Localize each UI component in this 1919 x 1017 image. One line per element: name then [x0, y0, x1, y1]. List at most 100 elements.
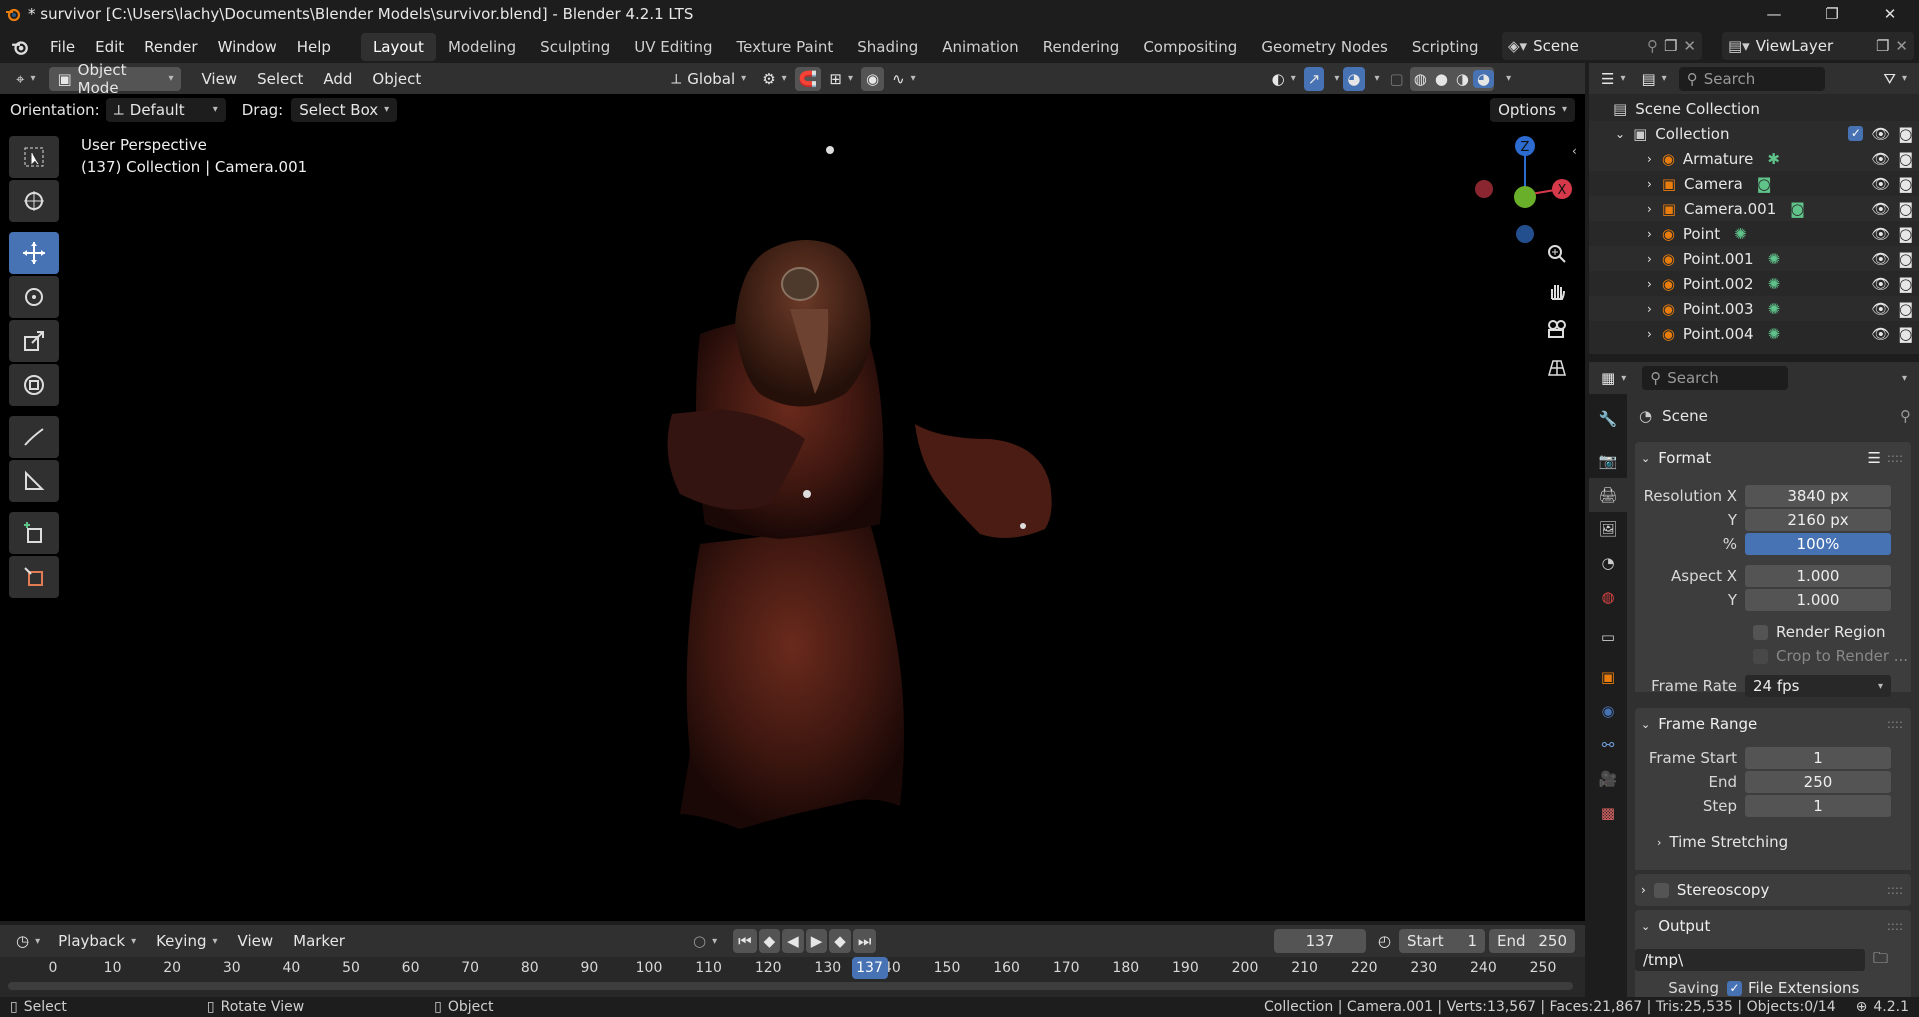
eye-icon[interactable]: 👁	[1871, 250, 1890, 268]
collection-tab-icon[interactable]: ▭	[1589, 620, 1627, 654]
playhead[interactable]: 137	[851, 957, 888, 979]
scene-selector[interactable]: ◈▾ Scene ⚲ ❐ ✕	[1502, 32, 1702, 60]
output-tab-icon[interactable]: 🖨	[1589, 478, 1627, 512]
new-view-layer-icon[interactable]: ❐	[1876, 37, 1889, 55]
move-tool-icon[interactable]	[9, 232, 59, 274]
options-dropdown[interactable]: Options ▾	[1490, 97, 1575, 122]
drag-handle-icon[interactable]: ::::	[1887, 919, 1903, 933]
outliner-row-point-004[interactable]: › ◉ Point.004 ✺ 👁 ◙	[1589, 321, 1919, 346]
drag-dropdown[interactable]: Select Box ▾	[291, 97, 398, 122]
jump-to-keyframe-prev-icon[interactable]: ◆	[758, 929, 781, 953]
timeline-scrollbar[interactable]	[8, 982, 1573, 990]
sidebar-toggle-icon[interactable]: ‹	[1572, 144, 1577, 158]
blender-menu-icon[interactable]	[0, 38, 40, 56]
render-camera-icon[interactable]: ◙	[1898, 150, 1913, 168]
add-cube-tool-icon[interactable]	[9, 512, 59, 554]
editor-type-icon[interactable]: ⌖ ▾	[8, 67, 43, 91]
properties-editor-type-icon[interactable]: ▦ ▾	[1593, 366, 1634, 390]
world-tab-icon[interactable]: ◍	[1589, 580, 1627, 614]
render-region-row[interactable]: Render Region	[1635, 620, 1911, 644]
expand-chevron-icon[interactable]: ›	[1647, 252, 1652, 266]
auto-keying-icon[interactable]: ○ ▾	[685, 929, 725, 953]
overlays-dropdown-icon[interactable]: ▾	[1365, 67, 1384, 91]
orthographic-toggle-icon[interactable]	[1540, 350, 1574, 384]
display-mode-icon[interactable]: ▤ ▾	[1633, 67, 1674, 91]
show-gizmo-icon[interactable]: ↗	[1303, 66, 1325, 91]
render-camera-icon[interactable]: ◙	[1898, 225, 1913, 243]
outliner-row-armature[interactable]: › ◉ Armature ✱ 👁 ◙	[1589, 146, 1919, 171]
workspace-tab-modeling[interactable]: Modeling	[436, 33, 528, 61]
frame-end-field[interactable]: 250	[1745, 771, 1891, 793]
menu-help[interactable]: Help	[287, 34, 341, 60]
current-frame-field[interactable]: 137	[1273, 929, 1366, 953]
timeline-menu-marker[interactable]: Marker	[283, 928, 355, 954]
pivot-point-icon[interactable]: ⚙ ▾	[754, 67, 794, 91]
remove-scene-icon[interactable]: ✕	[1683, 37, 1696, 55]
frame-rate-dropdown[interactable]: 24 fps ▾	[1745, 675, 1891, 697]
eye-icon[interactable]: 👁	[1871, 150, 1890, 168]
select-box-tool-icon[interactable]	[9, 136, 59, 178]
timeline-menu-view[interactable]: View	[228, 928, 284, 954]
3d-viewport[interactable]: User Perspective (137) Collection | Came…	[0, 94, 1585, 921]
timeline-editor-type-icon[interactable]: ◷ ▾	[8, 929, 48, 953]
texture-tab-icon[interactable]: ▩	[1589, 796, 1627, 830]
crop-to-render-row[interactable]: Crop to Render ...	[1635, 644, 1911, 668]
measure-tool-icon[interactable]	[9, 460, 59, 502]
xray-toggle-icon[interactable]: ▢	[1384, 67, 1410, 91]
solid-shading-icon[interactable]: ●	[1431, 70, 1452, 88]
rendered-shading-icon[interactable]: ◕	[1473, 69, 1495, 88]
camera-view-icon[interactable]	[1540, 312, 1574, 346]
resolution-x-field[interactable]: 3840 px	[1745, 485, 1891, 507]
properties-options-icon[interactable]: ▾	[1888, 366, 1915, 390]
eye-icon[interactable]: 👁	[1871, 225, 1890, 243]
outliner-search-input[interactable]: ⚲ Search	[1678, 66, 1825, 91]
view-layer-selector[interactable]: ▤▾ ViewLayer ❐ ✕	[1722, 32, 1914, 60]
jump-to-keyframe-next-icon[interactable]: ◆	[829, 929, 851, 953]
file-extensions-checkbox[interactable]: ✓	[1727, 980, 1742, 996]
exclude-checkbox[interactable]: ✓	[1848, 126, 1864, 141]
end-frame-field[interactable]: End 250	[1489, 929, 1575, 953]
workspace-tab-uv-editing[interactable]: UV Editing	[622, 33, 724, 61]
eye-icon[interactable]: 👁	[1871, 125, 1890, 143]
proportional-edit-icon[interactable]: ◉	[860, 66, 885, 91]
frame-range-panel-header[interactable]: ⌄ Frame Range ::::	[1635, 708, 1911, 740]
render-camera-icon[interactable]: ◙	[1898, 200, 1913, 218]
outliner-row-point[interactable]: › ◉ Point ✺ 👁 ◙	[1589, 221, 1919, 246]
light-data-icon[interactable]: ✺	[1768, 250, 1781, 268]
cursor-tool-icon[interactable]	[9, 180, 59, 222]
menu-edit[interactable]: Edit	[85, 34, 134, 60]
armature-data-icon[interactable]: ✱	[1767, 150, 1780, 168]
transform-orientation-dropdown[interactable]: ⟂ Global ▾	[663, 67, 754, 91]
light-data-icon[interactable]: ✺	[1768, 275, 1781, 293]
drag-handle-icon[interactable]: ::::	[1887, 717, 1903, 731]
remove-view-layer-icon[interactable]: ✕	[1895, 37, 1908, 55]
pin-icon[interactable]: ⚲	[1647, 37, 1658, 55]
viewport-menu-select[interactable]: Select	[247, 66, 313, 92]
timeline-menu-keying[interactable]: Keying ▾	[146, 928, 227, 954]
crop-to-render-checkbox[interactable]	[1753, 648, 1768, 664]
outliner-row-camera[interactable]: › ▣ Camera ◙ 👁 ◙	[1589, 171, 1919, 196]
play-reverse-icon[interactable]: ◀	[782, 929, 804, 953]
navigation-gizmo[interactable]: Z X	[1470, 134, 1580, 244]
render-camera-icon[interactable]: ◙	[1898, 300, 1913, 318]
stereoscopy-checkbox[interactable]	[1653, 882, 1669, 898]
outliner-row-point-001[interactable]: › ◉ Point.001 ✺ 👁 ◙	[1589, 246, 1919, 271]
object-data-tab-icon[interactable]: 🎥	[1589, 762, 1627, 796]
orientation-dropdown[interactable]: ⟂ Default ▾	[105, 97, 226, 122]
render-tab-icon[interactable]: 📷	[1589, 444, 1627, 478]
preview-range-icon[interactable]: ◴	[1374, 929, 1395, 953]
eye-icon[interactable]: 👁	[1871, 300, 1890, 318]
transform-affect-tool-icon[interactable]	[9, 556, 59, 598]
timeline-area[interactable]: 0102030405060708090100110120130140150160…	[0, 957, 1585, 997]
light-data-icon[interactable]: ✺	[1768, 325, 1781, 343]
viewport-menu-add[interactable]: Add	[313, 66, 362, 92]
viewport-menu-object[interactable]: Object	[362, 66, 431, 92]
rotate-tool-icon[interactable]	[9, 276, 59, 318]
workspace-tab-shading[interactable]: Shading	[845, 33, 930, 61]
presets-icon[interactable]: ☰	[1868, 449, 1881, 467]
filter-icon[interactable]: ⛛ ▾	[1875, 67, 1915, 91]
outliner-row-camera-001[interactable]: › ▣ Camera.001 ◙ 👁 ◙	[1589, 196, 1919, 221]
view-layer-tab-icon[interactable]: 🖼	[1589, 512, 1627, 546]
mode-selector[interactable]: ▣ Object Mode ▾	[49, 61, 182, 97]
light-data-icon[interactable]: ✺	[1734, 225, 1747, 243]
